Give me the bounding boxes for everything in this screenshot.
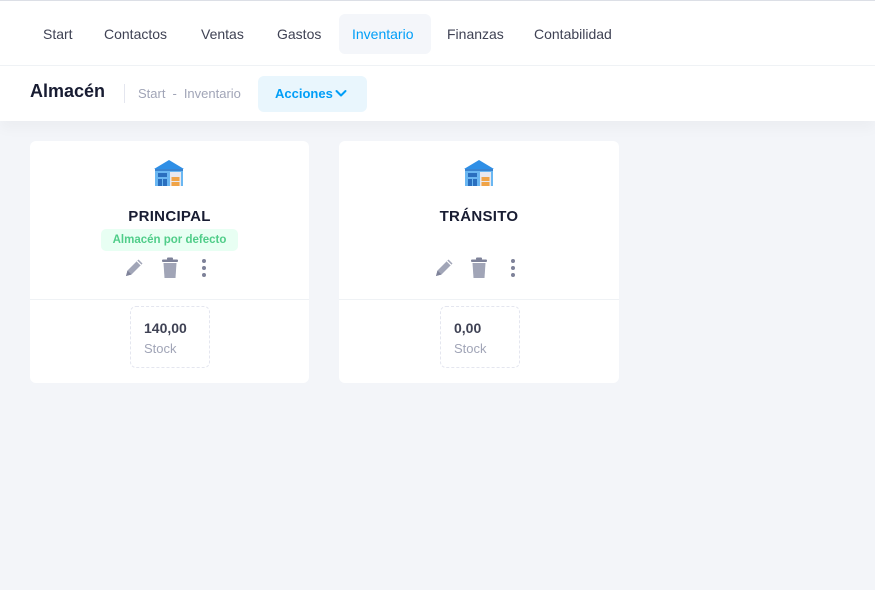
nav-item-finanzas[interactable]: Finanzas [434,14,517,54]
breadcrumb: Start - Inventario [138,86,241,101]
stock-label: Stock [144,341,177,356]
more-vertical-icon[interactable] [200,257,208,279]
nav-item-inventario[interactable]: Inventario [339,14,431,54]
breadcrumb-item-start[interactable]: Start [138,86,165,101]
warehouse-icon [154,160,184,186]
breadcrumb-separator: - [172,86,177,101]
nav-item-gastos[interactable]: Gastos [264,14,334,54]
title-separator [124,84,125,103]
stock-summary: 0,00 Stock [440,306,520,368]
stock-summary: 140,00 Stock [130,306,210,368]
stock-label: Stock [454,341,487,356]
stock-value: 0,00 [454,320,482,336]
top-navigation: Start Contactos Ventas Gastos Inventario… [0,0,875,66]
actions-label: Acciones [275,86,333,101]
nav-item-contabilidad[interactable]: Contabilidad [521,14,625,54]
more-vertical-icon[interactable] [509,257,517,279]
default-warehouse-badge: Almacén por defecto [101,229,238,251]
actions-dropdown-button[interactable]: Acciones [258,76,367,112]
warehouse-icon [464,160,494,186]
card-divider [30,299,309,300]
warehouse-name: PRINCIPAL [128,208,211,225]
nav-item-start[interactable]: Start [30,14,86,54]
pencil-icon[interactable] [433,257,455,279]
nav-item-ventas[interactable]: Ventas [188,14,257,54]
warehouse-card: PRINCIPAL Almacén por defecto 140,00 Sto… [30,141,309,383]
pencil-icon[interactable] [123,257,145,279]
stock-value: 140,00 [144,320,187,336]
warehouse-card: TRÁNSITO 0,00 Stock [339,141,619,383]
card-divider [339,299,619,300]
nav-item-contactos[interactable]: Contactos [91,14,180,54]
page-toolbar: Almacén Start - Inventario Acciones [0,66,875,121]
trash-icon[interactable] [470,257,488,279]
trash-icon[interactable] [161,257,179,279]
breadcrumb-item-inventario[interactable]: Inventario [184,86,241,101]
warehouse-name: TRÁNSITO [439,208,519,225]
page-title: Almacén [30,81,106,101]
chevron-down-icon [335,90,347,97]
